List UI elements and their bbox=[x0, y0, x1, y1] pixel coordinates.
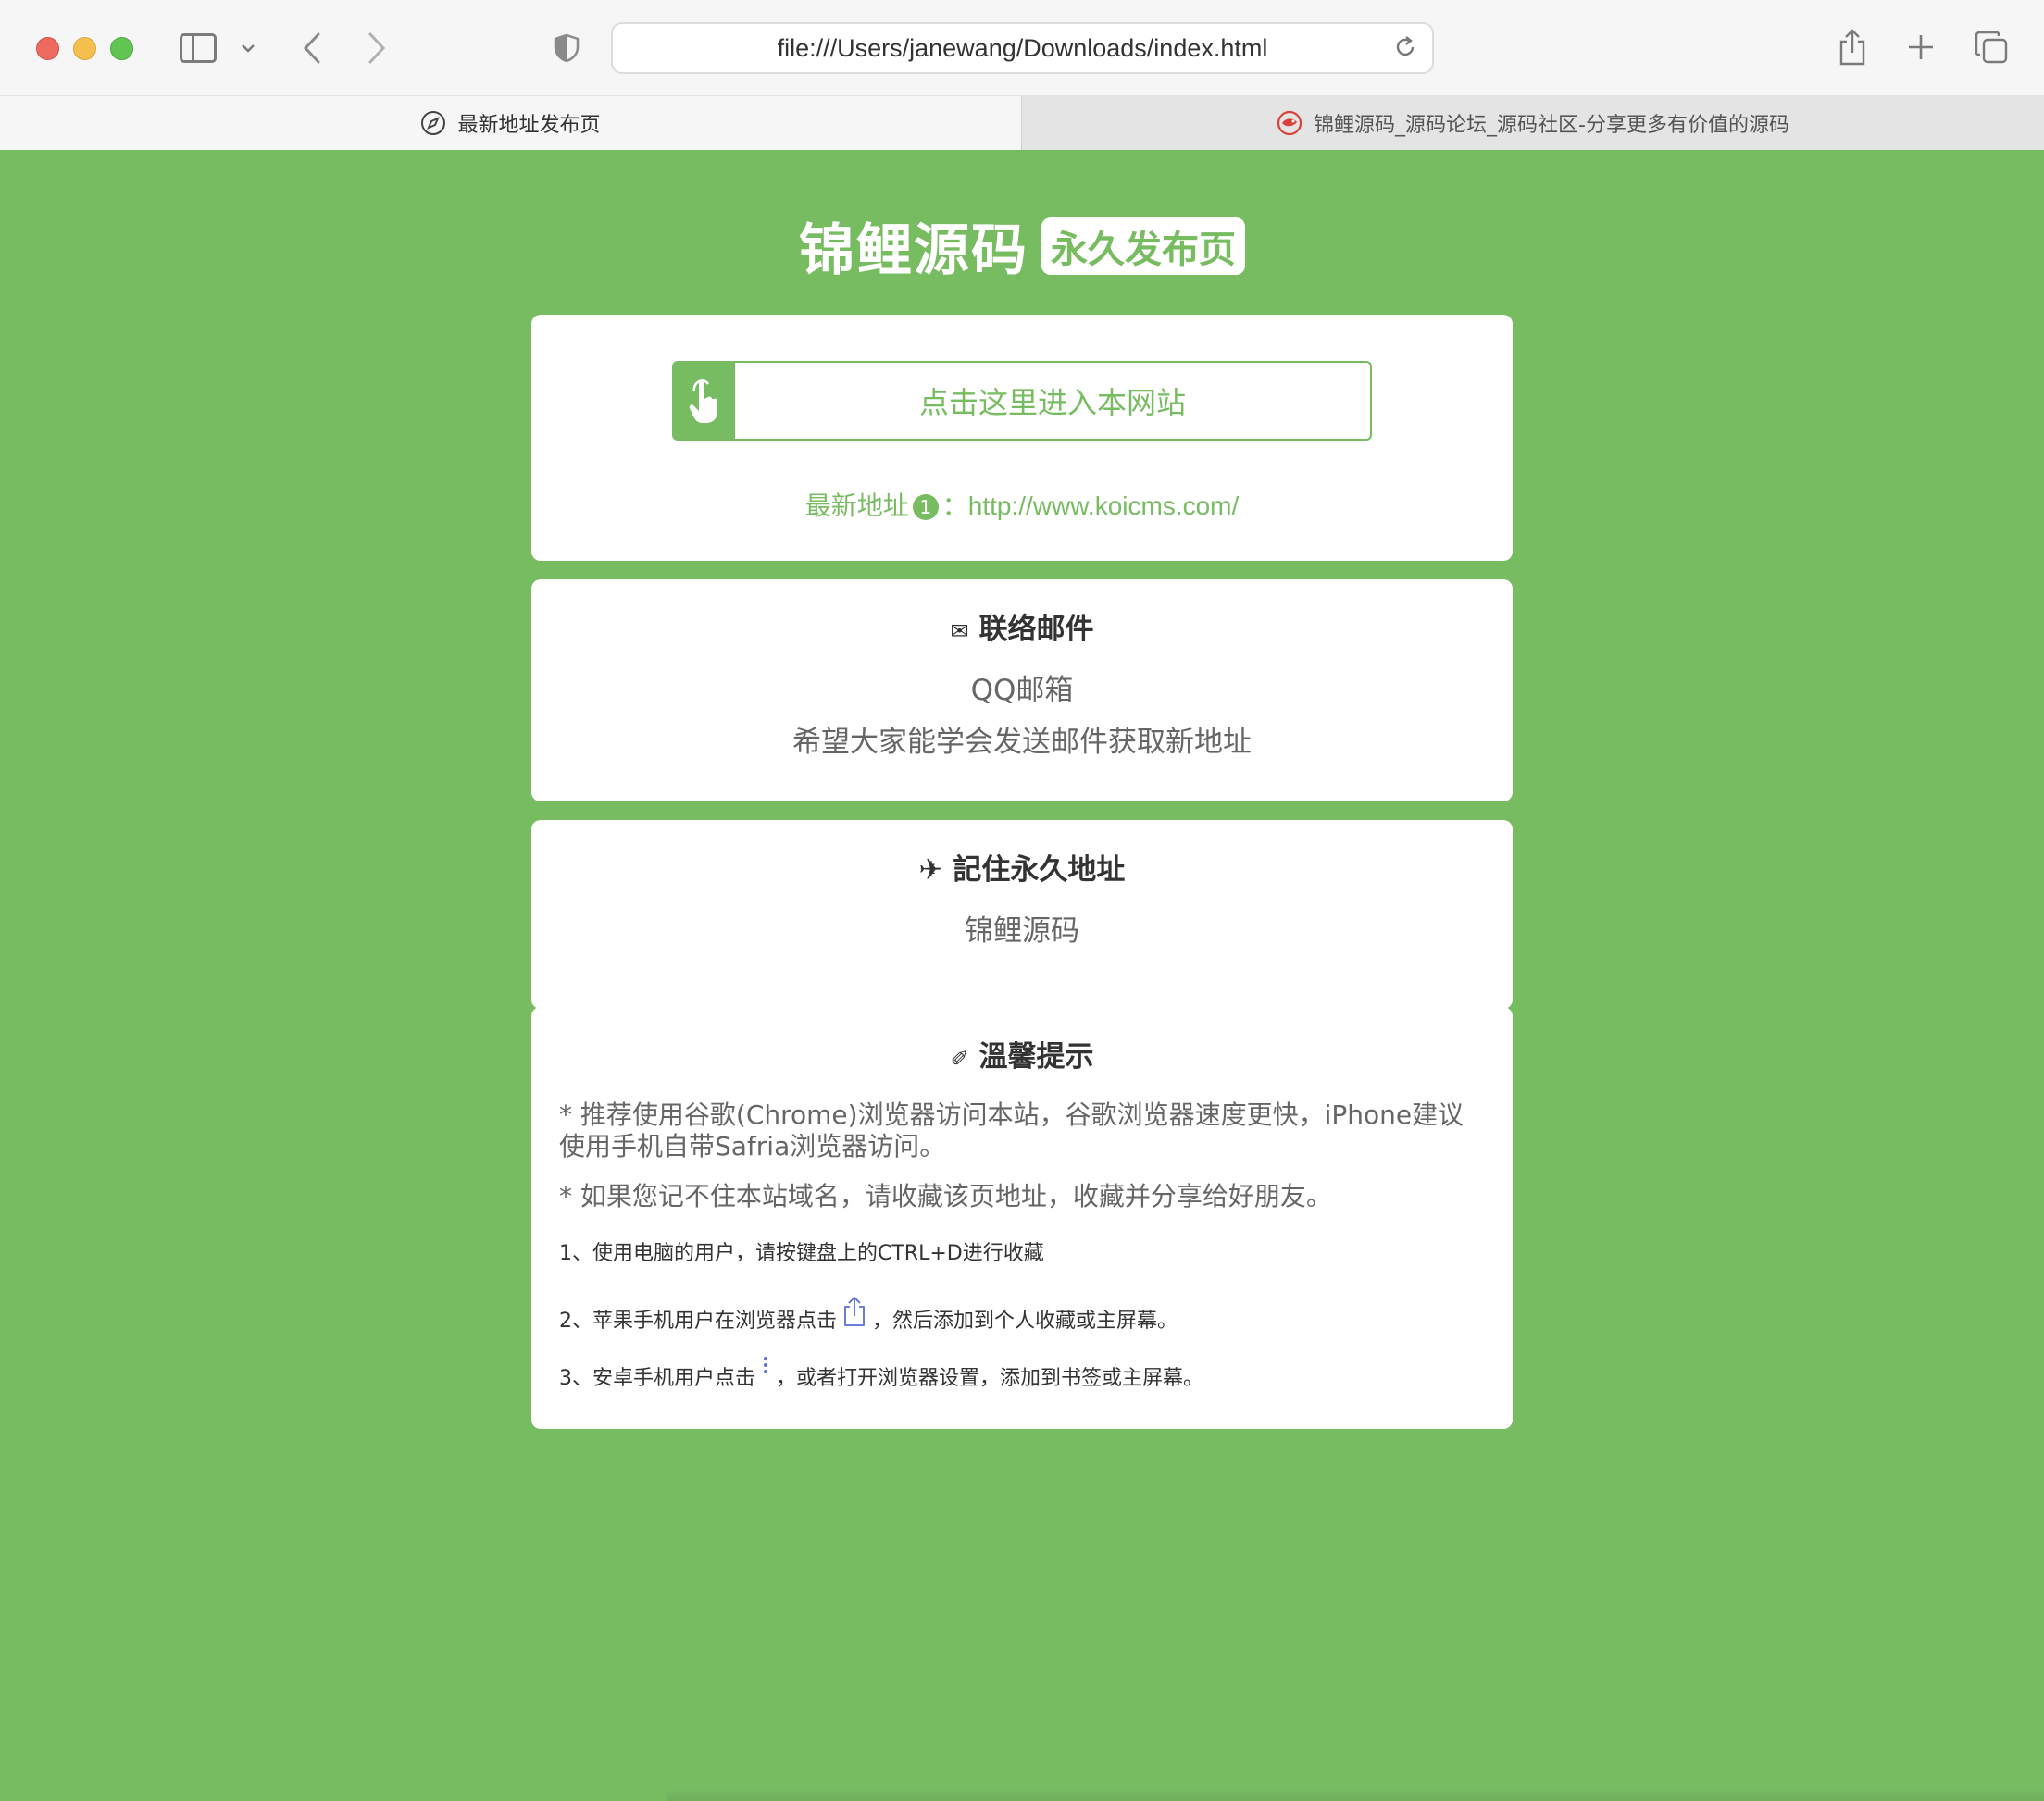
close-window-button[interactable] bbox=[36, 37, 59, 60]
bottom-shadow bbox=[667, 1788, 2044, 1801]
step-android: 3、安卓手机用户点击 ，或者打开浏览器设置，添加到书签或主屏幕。 bbox=[559, 1353, 1485, 1395]
tips-title: ✐ 溫馨提示 bbox=[531, 1033, 1513, 1074]
more-vertical-icon bbox=[761, 1353, 770, 1395]
forward-button[interactable] bbox=[361, 24, 393, 72]
address-text: file:///Users/janewang/Downloads/index.h… bbox=[777, 33, 1268, 62]
chevron-down-icon[interactable] bbox=[237, 31, 259, 65]
remember-card: ✈ 記住永久地址 锦鲤源码 bbox=[531, 820, 1513, 1009]
page-body: 锦鲤源码 永久发布页 点击这里进入本网站 最新地址 1 ：http://www.ko… bbox=[0, 150, 2044, 1801]
latest-address-line: 最新地址 1 ：http://www.koicms.com/ bbox=[531, 486, 1513, 523]
latest-address-link[interactable]: http://www.koicms.com/ bbox=[968, 491, 1240, 520]
tab-latest-address[interactable]: 最新地址发布页 bbox=[0, 96, 1021, 150]
step-android-text-b: ，或者打开浏览器设置，添加到书签或主屏幕。 bbox=[776, 1367, 1204, 1390]
contact-card: ✉ 联络邮件 QQ邮箱 希望大家能学会发送邮件获取新地址 bbox=[531, 579, 1513, 801]
remember-site-name: 锦鲤源码 bbox=[965, 914, 1079, 948]
permanent-badge: 永久发布页 bbox=[1041, 217, 1245, 275]
back-button[interactable] bbox=[296, 24, 328, 72]
sidebar-toggle-icon[interactable] bbox=[180, 33, 217, 63]
tab-bar: 最新地址发布页 锦鲤源码_源码论坛_源码社区-分享更多有价值的源码 bbox=[0, 96, 2044, 150]
latest-address-label: 最新地址 bbox=[804, 491, 909, 521]
tips-title-text: 溫馨提示 bbox=[978, 1040, 1094, 1074]
mail-icon: ✉ bbox=[950, 618, 969, 644]
tab-koi-forum[interactable]: 锦鲤源码_源码论坛_源码社区-分享更多有价值的源码 bbox=[1021, 96, 2044, 150]
zoom-window-button[interactable] bbox=[110, 37, 133, 60]
airplane-icon: ✈ bbox=[918, 853, 943, 887]
reload-icon[interactable] bbox=[1393, 35, 1419, 61]
tab-title: 最新地址发布页 bbox=[457, 114, 601, 137]
remember-title-text: 記住永久地址 bbox=[953, 853, 1126, 887]
compass-icon bbox=[420, 110, 446, 136]
contact-email: QQ邮箱 bbox=[970, 674, 1074, 707]
tip-browser: * 推荐使用谷歌(Chrome)浏览器访问本站，谷歌浏览器速度更快，iPhone… bbox=[559, 1099, 1464, 1161]
step-iphone: 2、苹果手机用户在浏览器点击 ，然后添加到个人收藏或主屏幕。 bbox=[559, 1296, 1485, 1337]
address-number-badge: 1 bbox=[912, 494, 939, 520]
new-tab-icon[interactable] bbox=[1905, 28, 1937, 67]
tip-bookmark: * 如果您记不住本站域名，请收藏该页地址，收藏并分享给好朋友。 bbox=[559, 1181, 1332, 1211]
minimize-window-button[interactable] bbox=[73, 37, 96, 60]
share-icon bbox=[842, 1296, 866, 1337]
site-title: 锦鲤源码 bbox=[799, 218, 1028, 283]
step-desktop: 1、使用电脑的用户，请按键盘上的CTRL+D进行收藏 bbox=[559, 1242, 1044, 1265]
page-header: 锦鲤源码 永久发布页 bbox=[0, 205, 2044, 286]
tab-title: 锦鲤源码_源码论坛_源码社区-分享更多有价值的源码 bbox=[1314, 114, 1789, 137]
step-android-text-a: 3、安卓手机用户点击 bbox=[559, 1367, 755, 1390]
leaf-icon: ✐ bbox=[950, 1046, 969, 1072]
privacy-shield-icon[interactable] bbox=[554, 33, 580, 63]
share-icon[interactable] bbox=[1837, 28, 1868, 67]
hand-pointer-icon bbox=[674, 363, 735, 439]
tab-overview-icon[interactable] bbox=[1974, 30, 2009, 65]
tips-card: ✐ 溫馨提示 * 推荐使用谷歌(Chrome)浏览器访问本站，谷歌浏览器速度更快… bbox=[531, 1007, 1513, 1429]
address-bar[interactable]: file:///Users/janewang/Downloads/index.h… bbox=[611, 22, 1434, 74]
step-iphone-text-b: ，然后添加到个人收藏或主屏幕。 bbox=[872, 1310, 1178, 1333]
entry-card: 点击这里进入本网站 最新地址 1 ：http://www.koicms.com/ bbox=[531, 315, 1513, 561]
contact-note: 希望大家能学会发送邮件获取新地址 bbox=[792, 726, 1252, 759]
contact-title: ✉ 联络邮件 bbox=[531, 605, 1513, 647]
enter-site-label: 点击这里进入本网站 bbox=[918, 385, 1186, 420]
enter-site-button[interactable]: 点击这里进入本网站 bbox=[672, 361, 1372, 441]
step-iphone-text-a: 2、苹果手机用户在浏览器点击 bbox=[559, 1310, 837, 1333]
koi-logo-icon bbox=[1277, 110, 1302, 136]
contact-title-text: 联络邮件 bbox=[978, 613, 1094, 646]
address-separator: ： bbox=[941, 491, 968, 521]
browser-toolbar: file:///Users/janewang/Downloads/index.h… bbox=[0, 0, 2044, 96]
remember-title: ✈ 記住永久地址 bbox=[531, 846, 1513, 888]
